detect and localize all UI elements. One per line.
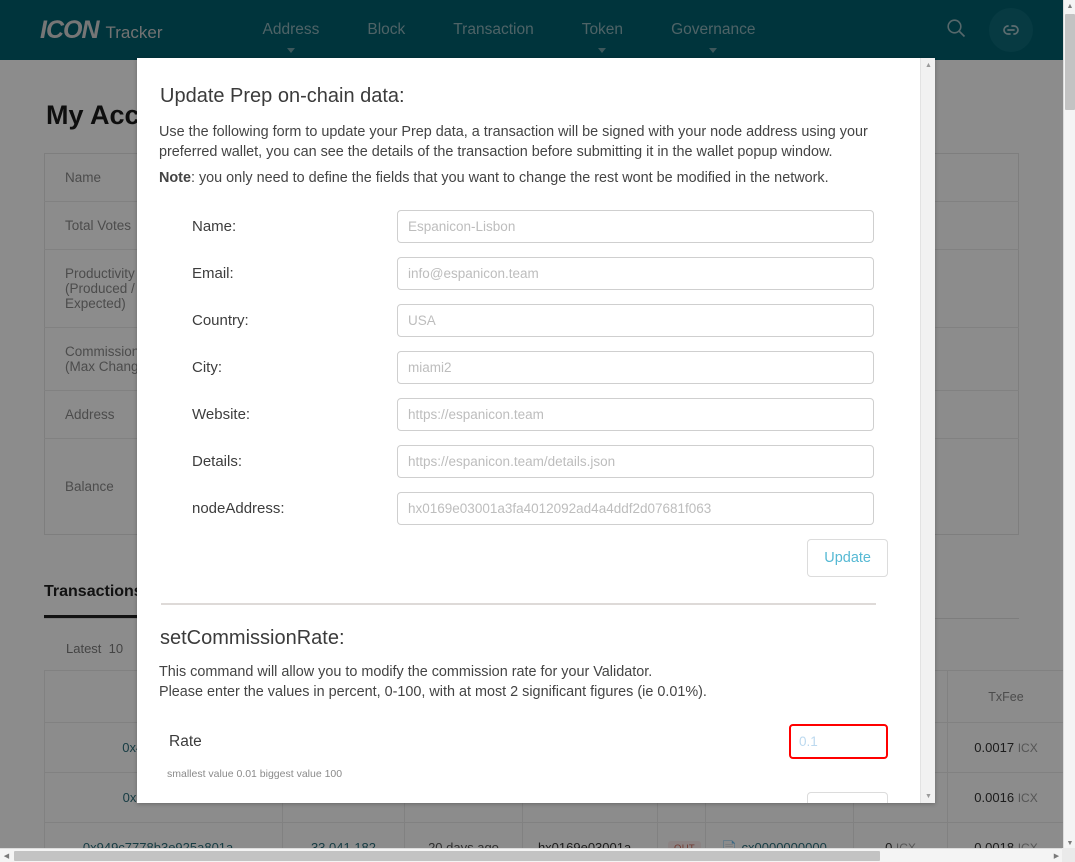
label-details: Details: xyxy=(192,453,243,470)
prep-form: Name: Email: Country: City: Website: Det xyxy=(159,210,888,577)
scroll-left-arrow-icon[interactable]: ◀ xyxy=(0,849,13,862)
scroll-down-arrow-icon[interactable]: ▼ xyxy=(921,789,935,803)
rate-input[interactable] xyxy=(789,724,888,759)
scroll-up-arrow-icon[interactable]: ▲ xyxy=(1064,0,1075,13)
modal-scrollbar[interactable]: ▲ ▼ xyxy=(920,58,935,803)
rate-row: Rate xyxy=(159,724,888,759)
city-field[interactable] xyxy=(397,351,874,384)
scrollbar-corner xyxy=(1062,848,1075,862)
scroll-up-arrow-icon[interactable]: ▲ xyxy=(921,58,935,72)
window-horizontal-scrollbar[interactable]: ◀ ▶ xyxy=(0,848,1063,862)
website-field[interactable] xyxy=(397,398,874,431)
commission-update-button-row: Update xyxy=(159,792,888,803)
label-name: Name: xyxy=(192,218,237,235)
form-row-name: Name: xyxy=(159,210,888,243)
vertical-scrollbar-thumb[interactable] xyxy=(1065,14,1075,110)
update-prep-button[interactable]: Update xyxy=(807,539,888,577)
form-row-nodeaddress: nodeAddress: xyxy=(159,492,888,525)
country-field[interactable] xyxy=(397,304,874,337)
modal-note: Note: you only need to define the fields… xyxy=(159,168,888,188)
label-rate: Rate xyxy=(169,732,202,750)
name-field[interactable] xyxy=(397,210,874,243)
form-row-website: Website: xyxy=(159,398,888,431)
modal-note-bold: Note xyxy=(159,170,191,186)
modal-title: Update Prep on-chain data: xyxy=(160,85,405,107)
update-button-row: Update xyxy=(159,539,888,577)
email-field[interactable] xyxy=(397,257,874,290)
horizontal-scrollbar-thumb[interactable] xyxy=(14,851,880,861)
modal-note-rest: : you only need to define the fields tha… xyxy=(190,170,829,186)
form-row-city: City: xyxy=(159,351,888,384)
label-city: City: xyxy=(192,359,222,376)
label-email: Email: xyxy=(192,265,234,282)
label-country: Country: xyxy=(192,312,249,329)
form-row-details: Details: xyxy=(159,445,888,478)
label-website: Website: xyxy=(192,406,251,423)
rate-hint: smallest value 0.01 biggest value 100 xyxy=(167,768,343,780)
window-vertical-scrollbar[interactable]: ▲ ▼ xyxy=(1063,0,1075,850)
details-field[interactable] xyxy=(397,445,874,478)
label-nodeaddress: nodeAddress: xyxy=(192,500,285,517)
form-row-country: Country: xyxy=(159,304,888,337)
commission-desc-line-1: This command will allow you to modify th… xyxy=(159,664,653,680)
nodeaddress-field[interactable] xyxy=(397,492,874,525)
modal-content: Update Prep on-chain data: Use the follo… xyxy=(137,58,920,803)
commission-desc-line-2: Please enter the values in percent, 0-10… xyxy=(159,684,707,700)
update-commission-button[interactable]: Update xyxy=(807,792,888,803)
form-row-email: Email: xyxy=(159,257,888,290)
commission-section-title: setCommissionRate: xyxy=(160,627,345,649)
update-prep-modal: Update Prep on-chain data: Use the follo… xyxy=(137,58,935,803)
modal-description: Use the following form to update your Pr… xyxy=(159,124,868,160)
section-divider xyxy=(161,603,876,605)
